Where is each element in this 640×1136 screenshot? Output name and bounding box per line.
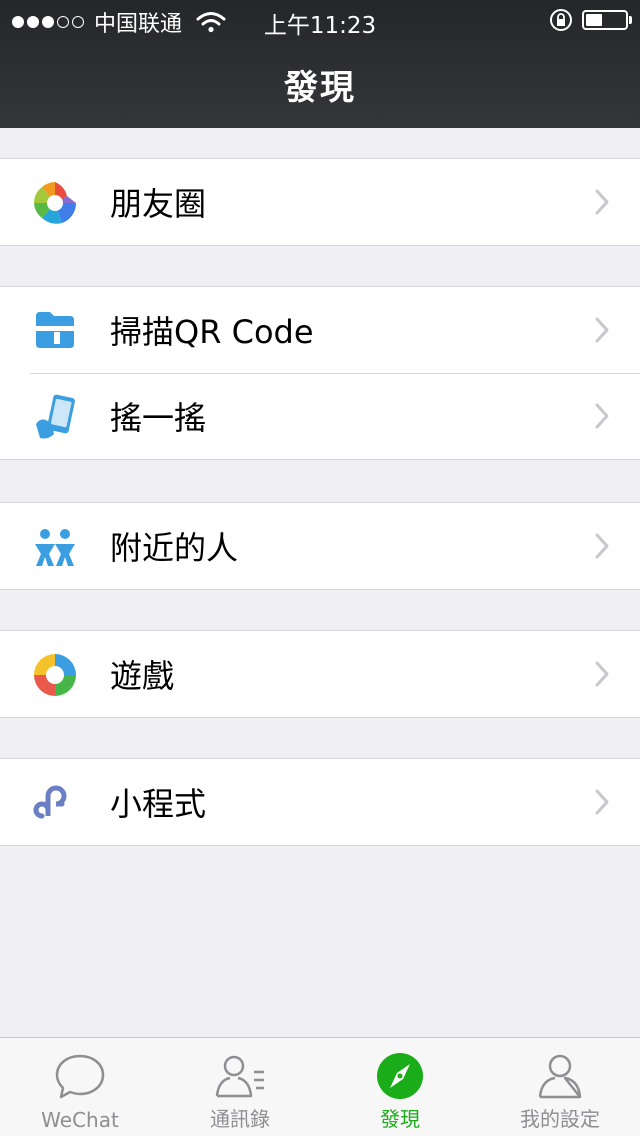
tab-label: 發現: [380, 1107, 420, 1131]
menu-item-mini-programs[interactable]: 小程式: [0, 759, 640, 845]
shake-icon: [36, 394, 75, 439]
menu-item-label: 搖一搖: [110, 399, 207, 437]
menu-item-scan-qr[interactable]: 掃描QR Code: [0, 287, 640, 373]
menu-group: 附近的人: [0, 502, 640, 590]
menu-group: 遊戲: [0, 630, 640, 718]
status-bar: 中国联通 上午11:23: [0, 0, 640, 40]
contacts-icon: [215, 1055, 264, 1098]
games-icon: [34, 654, 76, 696]
menu-item-label: 附近的人: [110, 529, 239, 567]
chevron-right-icon: [595, 189, 609, 215]
menu-group: 小程式: [0, 758, 640, 846]
tab-wechat[interactable]: WeChat: [0, 1038, 160, 1136]
chevron-right-icon: [595, 533, 609, 559]
menu-group: 朋友圈: [0, 158, 640, 246]
moments-icon: [34, 182, 77, 224]
person-icon: [538, 1054, 582, 1099]
chevron-right-icon: [595, 403, 609, 429]
scan-qr-icon: [36, 312, 74, 348]
people-nearby-icon: [35, 529, 75, 566]
page-title: 發現: [284, 68, 356, 108]
battery-icon: [582, 10, 632, 30]
menu-item-label: 掃描QR Code: [110, 313, 314, 351]
menu-item-shake[interactable]: 搖一搖: [0, 373, 640, 459]
menu-item-people-nearby[interactable]: 附近的人: [0, 503, 640, 589]
tab-contacts[interactable]: 通訊錄: [160, 1038, 320, 1136]
chevron-right-icon: [595, 789, 609, 815]
orientation-lock-icon: [550, 9, 572, 31]
menu-item-label: 小程式: [110, 785, 207, 823]
bottom-tab-bar: WeChat 通訊錄 發現 我的設定: [0, 1037, 640, 1136]
menu-item-moments[interactable]: 朋友圈: [0, 159, 640, 245]
menu-item-label: 朋友圈: [110, 185, 207, 223]
chat-bubble-icon: [55, 1054, 105, 1099]
menu-group: 掃描QR Code 搖一搖: [0, 286, 640, 460]
navigation-header: 中国联通 上午11:23 發現: [0, 0, 640, 128]
status-time: 上午11:23: [263, 13, 377, 39]
tab-discover[interactable]: 發現: [320, 1038, 480, 1136]
mini-programs-icon: [33, 785, 67, 819]
compass-icon: [377, 1053, 423, 1099]
chevron-right-icon: [595, 317, 609, 343]
menu-item-label: 遊戲: [110, 657, 175, 695]
menu-item-games[interactable]: 遊戲: [0, 631, 640, 717]
chevron-right-icon: [595, 661, 609, 687]
tab-label: WeChat: [41, 1108, 119, 1132]
tab-label: 我的設定: [520, 1107, 600, 1131]
tab-me[interactable]: 我的設定: [480, 1038, 640, 1136]
tab-label: 通訊錄: [210, 1107, 270, 1131]
